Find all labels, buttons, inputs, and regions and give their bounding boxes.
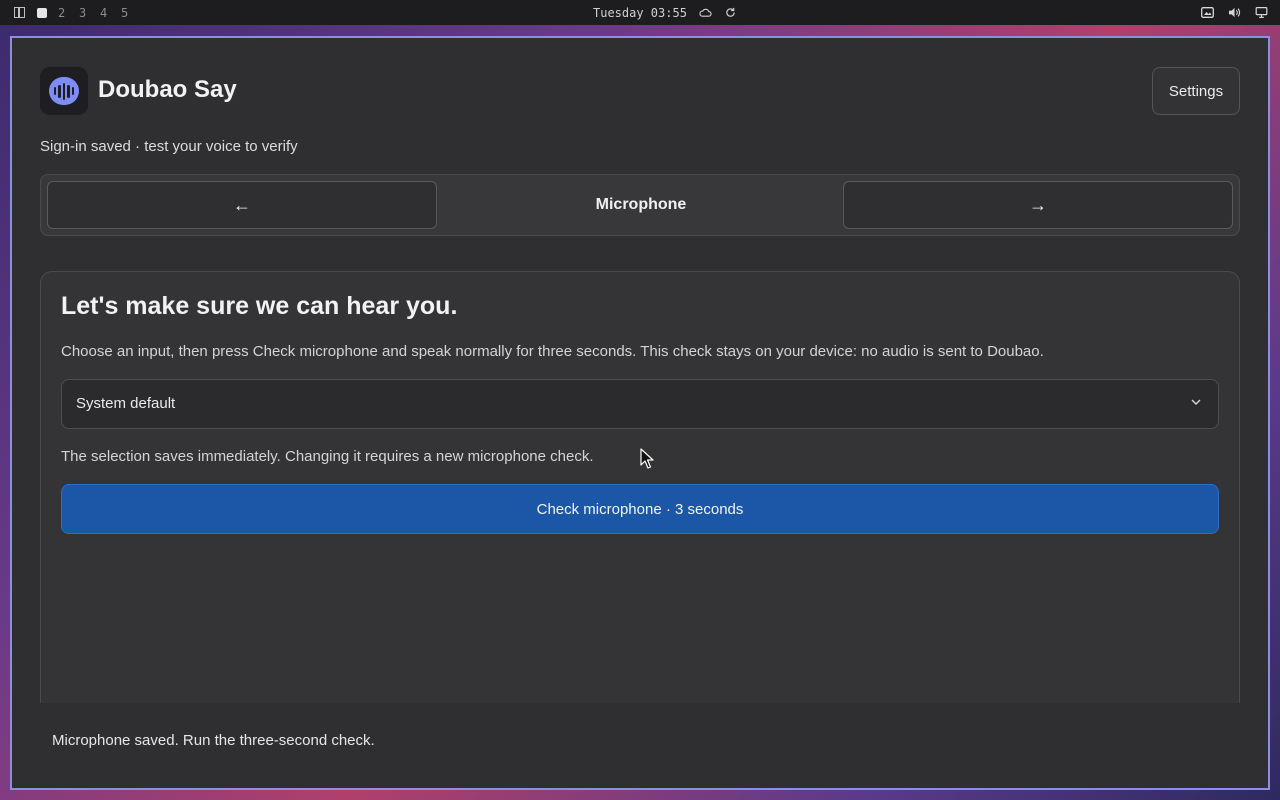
workspace-4[interactable]: 4	[100, 6, 121, 20]
layout-icon[interactable]	[14, 7, 25, 18]
card-description: Choose an input, then press Check microp…	[61, 343, 1044, 360]
card-heading: Let's make sure we can hear you.	[61, 292, 458, 320]
screenshot-icon[interactable]	[1201, 7, 1214, 18]
mouse-cursor-icon	[640, 448, 654, 469]
workspace-3[interactable]: 3	[79, 6, 100, 20]
clock-area: Tuesday 03:55	[593, 0, 737, 25]
cloud-icon	[699, 8, 712, 17]
workspace-2[interactable]: 2	[58, 6, 79, 20]
volume-icon[interactable]	[1228, 7, 1241, 18]
microphone-card: Let's make sure we can hear you. Choose …	[40, 271, 1240, 703]
app-window: Doubao Say Settings Sign-in saved · test…	[10, 36, 1270, 790]
status-message: Microphone saved. Run the three-second c…	[52, 732, 375, 749]
sign-in-status: Sign-in saved · test your voice to verif…	[40, 138, 298, 155]
previous-step-button[interactable]: ←	[47, 181, 437, 229]
selected-input-value: System default	[76, 395, 176, 412]
next-step-button[interactable]: →	[843, 181, 1233, 229]
system-top-panel: 2 3 4 5 Tuesday 03:55	[0, 0, 1280, 25]
workspace-5[interactable]: 5	[121, 6, 142, 20]
step-title: Microphone	[595, 196, 687, 213]
sync-icon	[726, 7, 735, 17]
microphone-input-select[interactable]: System default	[61, 379, 1219, 429]
workspace-1-active[interactable]	[37, 7, 47, 18]
arrow-right-icon: →	[1029, 194, 1047, 215]
step-navigation: ← Microphone →	[40, 174, 1240, 236]
workspace-switcher: 2 3 4 5	[14, 0, 142, 25]
voice-bubble-icon	[49, 77, 79, 105]
system-tray	[1201, 0, 1268, 25]
selection-note: The selection saves immediately. Changin…	[61, 448, 594, 465]
app-title: Doubao Say	[98, 76, 237, 103]
chevron-down-icon	[1191, 399, 1201, 405]
app-logo	[40, 67, 88, 115]
check-microphone-button[interactable]: Check microphone · 3 seconds	[61, 484, 1219, 534]
display-icon[interactable]	[1255, 7, 1268, 18]
arrow-left-icon: ←	[233, 194, 251, 215]
clock[interactable]: Tuesday 03:55	[593, 6, 687, 20]
settings-button[interactable]: Settings	[1152, 67, 1240, 115]
